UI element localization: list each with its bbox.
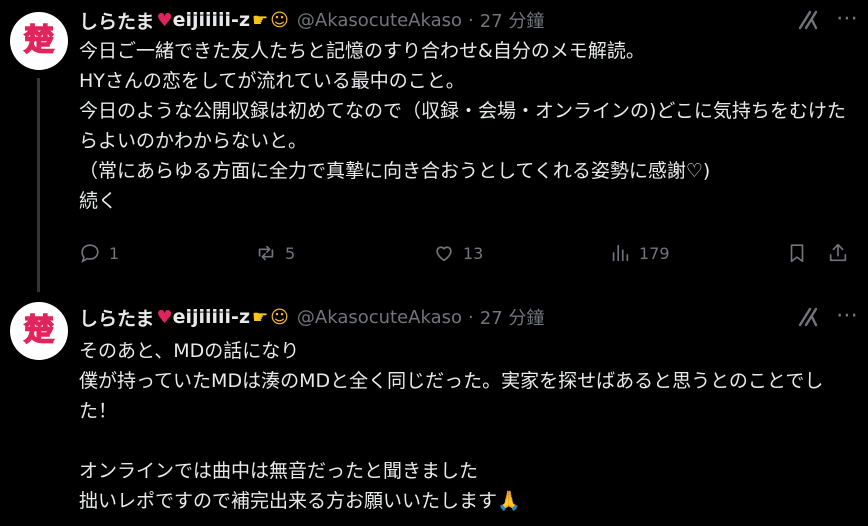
views-button[interactable]: 179 [609, 238, 670, 268]
pointing-hand-emoji-icon: ☛ [252, 306, 269, 328]
more-options-icon[interactable]: ⋯ [836, 305, 858, 327]
avatar[interactable]: 楚 [10, 12, 68, 70]
thread-line [37, 78, 40, 292]
tweet-header: しらたま ♥ eijiiiii-z ☛ ☺ @AkasocuteAkaso · … [79, 303, 544, 331]
smiling-face-emoji-icon: ☺ [270, 9, 289, 31]
author-name-suffix[interactable]: eijiiiii-z [173, 9, 250, 31]
pointing-hand-emoji-icon: ☛ [252, 9, 269, 31]
views-icon [612, 244, 629, 262]
views-count: 179 [639, 243, 670, 263]
reply-icon [81, 244, 99, 263]
tweet-body: 今日ご一緒できた友人たちと記憶のすり合わせ&自分のメモ解読。 HYさんの恋をして… [79, 40, 846, 212]
bookmark-button[interactable] [786, 238, 808, 268]
bookmark-icon [790, 244, 804, 263]
tweet-body: そのあと、MDの話になり 僕が持っていたMDは湊のMDと全く同じだった。実家を探… [79, 340, 824, 512]
more-options-icon[interactable]: ⋯ [836, 8, 858, 30]
like-button[interactable]: 13 [433, 238, 483, 268]
timestamp[interactable]: 27 分鐘 [480, 7, 545, 33]
author-handle[interactable]: @AkasocuteAkaso [297, 10, 462, 31]
separator-dot: · [468, 9, 474, 31]
author-name[interactable]: しらたま [79, 7, 154, 34]
separator-dot: · [468, 306, 474, 328]
repost-button[interactable]: 5 [255, 238, 295, 268]
repost-icon [258, 245, 274, 261]
heart-emoji-icon: ♥ [156, 9, 173, 31]
avatar-glyph: 楚 [23, 23, 55, 58]
like-icon [436, 246, 452, 262]
grok-icon[interactable] [796, 8, 820, 32]
tweet-actions: 1 5 13 179 [79, 238, 855, 268]
avatar[interactable]: 楚 [10, 302, 68, 360]
timestamp[interactable]: 27 分鐘 [480, 304, 545, 330]
author-name[interactable]: しらたま [79, 304, 154, 331]
heart-emoji-icon: ♥ [156, 306, 173, 328]
share-icon [829, 243, 847, 262]
avatar-glyph: 楚 [23, 313, 55, 348]
like-count: 13 [463, 243, 484, 263]
author-name-suffix[interactable]: eijiiiii-z [173, 306, 250, 328]
reply-button[interactable]: 1 [79, 238, 119, 268]
tweet-header: しらたま ♥ eijiiiii-z ☛ ☺ @AkasocuteAkaso · … [79, 6, 544, 34]
reply-count: 1 [109, 243, 120, 263]
share-button[interactable] [827, 238, 849, 268]
author-handle[interactable]: @AkasocuteAkaso [297, 307, 462, 328]
smiling-face-emoji-icon: ☺ [270, 306, 289, 328]
grok-icon[interactable] [796, 305, 820, 329]
repost-count: 5 [285, 243, 296, 263]
